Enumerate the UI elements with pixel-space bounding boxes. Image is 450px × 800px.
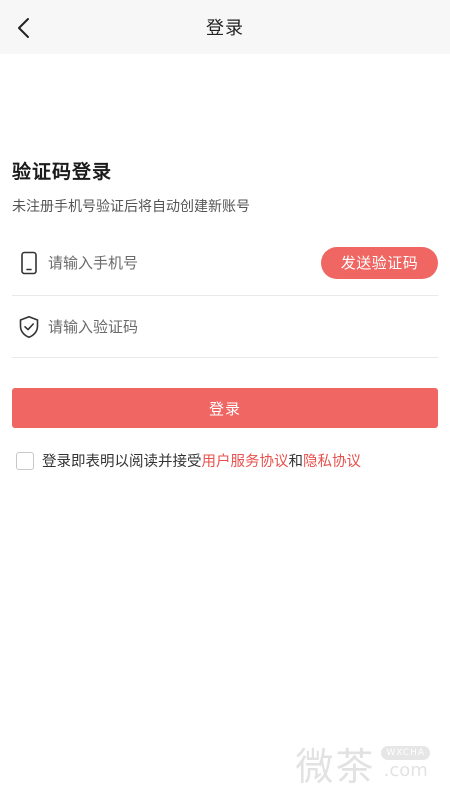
phone-row: 发送验证码 (12, 230, 438, 296)
agreement-text: 登录即表明以阅读并接受 (42, 454, 202, 470)
shield-check-icon (18, 314, 40, 340)
agreement-checkbox[interactable] (16, 451, 34, 470)
code-row (12, 296, 438, 358)
verification-code-input[interactable] (48, 311, 438, 342)
agreement-and-text: 和 (288, 454, 304, 470)
watermark-badge-group: WXCHA .com (381, 746, 430, 781)
login-subtitle: 未注册手机号验证后将自动创建新账号 (12, 199, 250, 215)
agreement-row: 登录即表明以阅读并接受 用户服务协议和隐私协议 (16, 450, 446, 471)
phone-icon (18, 250, 40, 276)
watermark-badge: WXCHA (381, 746, 430, 760)
login-button[interactable]: 登录 (12, 388, 438, 428)
watermark-text: 微茶 (295, 745, 376, 789)
login-heading: 验证码登录 (12, 161, 113, 183)
user-agreement-link[interactable]: 用户服务协议 (202, 450, 289, 471)
chevron-left-icon (18, 18, 29, 38)
send-code-button[interactable]: 发送验证码 (321, 246, 438, 279)
top-navigation-bar: 登录 (0, 0, 450, 54)
phone-input[interactable] (48, 247, 321, 278)
page-title: 登录 (206, 18, 244, 39)
privacy-policy-link[interactable]: 隐私协议 (303, 450, 361, 471)
back-button[interactable] (10, 14, 38, 42)
watermark-domain: .com (383, 760, 428, 781)
watermark-logo: 微茶 WXCHA .com (295, 736, 430, 791)
